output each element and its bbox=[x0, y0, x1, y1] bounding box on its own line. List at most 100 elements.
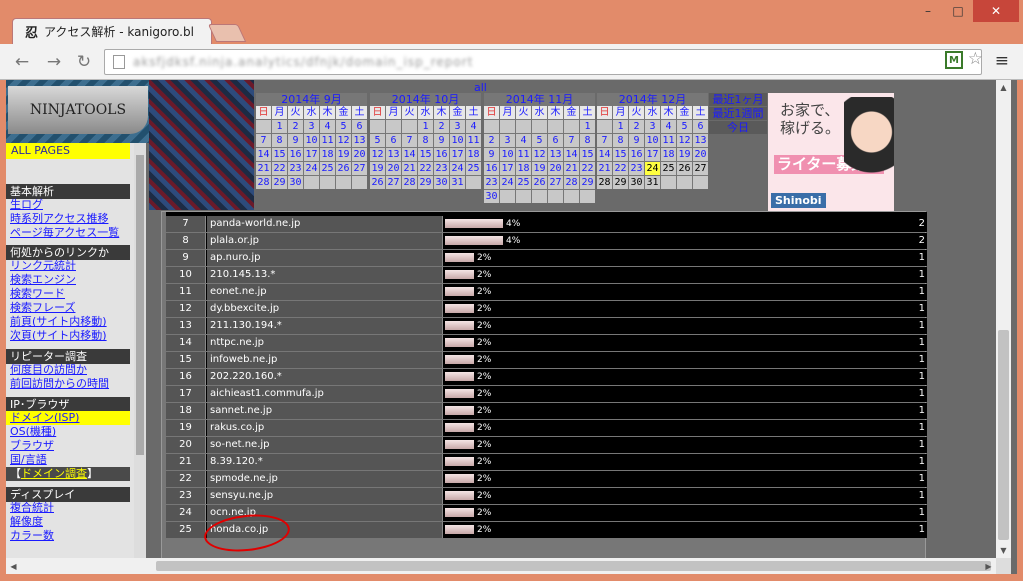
calendar-day[interactable]: 9 bbox=[629, 134, 644, 147]
all-pages-link[interactable]: ALL PAGES bbox=[6, 143, 130, 159]
calendar-day[interactable]: 26 bbox=[677, 162, 692, 175]
browser-tab[interactable]: 忍 アクセス解析 - kanigoro.bl bbox=[12, 18, 212, 44]
calendar-day[interactable]: 3 bbox=[450, 120, 465, 133]
extension-icon[interactable]: M bbox=[945, 51, 963, 69]
calendar-day[interactable]: 21 bbox=[402, 162, 417, 175]
calendar-day[interactable]: 16 bbox=[288, 148, 303, 161]
calendar-day[interactable]: 16 bbox=[629, 148, 644, 161]
sidebar-link[interactable]: 複合統計 bbox=[10, 501, 130, 515]
sidebar-link[interactable]: 検索フレーズ bbox=[10, 301, 130, 315]
calendar-day[interactable]: 23 bbox=[434, 162, 449, 175]
new-tab-button[interactable] bbox=[207, 24, 247, 42]
month-title[interactable]: 2014年 9月 bbox=[256, 93, 367, 106]
calendar-day[interactable]: 29 bbox=[580, 176, 595, 189]
menu-icon[interactable]: ≡ bbox=[995, 51, 1009, 71]
calendar-day[interactable]: 18 bbox=[661, 148, 676, 161]
calendar-day[interactable]: 15 bbox=[418, 148, 433, 161]
calendar-day[interactable]: 4 bbox=[661, 120, 676, 133]
calendar-day[interactable]: 27 bbox=[693, 162, 708, 175]
calendar-day[interactable]: 29 bbox=[418, 176, 433, 189]
calendar-day[interactable]: 19 bbox=[370, 162, 385, 175]
calendar-day[interactable]: 28 bbox=[256, 176, 271, 189]
sidebar-link[interactable]: 検索エンジン bbox=[10, 273, 130, 287]
calendar-day[interactable]: 30 bbox=[484, 190, 499, 203]
calendar-day[interactable]: 17 bbox=[450, 148, 465, 161]
calendar-day[interactable]: 11 bbox=[466, 134, 481, 147]
calendar-day[interactable]: 5 bbox=[677, 120, 692, 133]
calendar-day[interactable]: 15 bbox=[580, 148, 595, 161]
calendar-day[interactable]: 4 bbox=[466, 120, 481, 133]
calendar-day[interactable]: 8 bbox=[613, 134, 628, 147]
sidebar-link[interactable]: 前頁(サイト内移動) bbox=[10, 315, 130, 329]
calendar-day[interactable]: 23 bbox=[288, 162, 303, 175]
horizontal-scrollbar[interactable]: ◀ ▶ bbox=[6, 558, 996, 574]
back-icon[interactable]: ← bbox=[12, 52, 32, 72]
calendar-day[interactable]: 1 bbox=[418, 120, 433, 133]
calendar-day[interactable]: 24 bbox=[500, 176, 515, 189]
forward-icon[interactable]: → bbox=[44, 52, 64, 72]
calendar-day[interactable]: 25 bbox=[320, 162, 335, 175]
calendar-day[interactable]: 10 bbox=[500, 148, 515, 161]
calendar-day[interactable]: 17 bbox=[304, 148, 319, 161]
sidebar-link-domain-survey[interactable]: 【ドメイン調査】 bbox=[6, 467, 130, 481]
calendar-day[interactable]: 20 bbox=[352, 148, 367, 161]
calendar-day[interactable]: 6 bbox=[352, 120, 367, 133]
vertical-scroll-thumb[interactable] bbox=[998, 330, 1009, 540]
reload-icon[interactable]: ↻ bbox=[74, 52, 94, 72]
calendar-day[interactable]: 18 bbox=[320, 148, 335, 161]
calendar-day[interactable]: 9 bbox=[288, 134, 303, 147]
calendar-day[interactable]: 7 bbox=[597, 134, 612, 147]
calendar-day[interactable]: 14 bbox=[564, 148, 579, 161]
sidebar-link[interactable]: ブラウザ bbox=[10, 439, 130, 453]
calendar-day[interactable]: 28 bbox=[597, 176, 612, 189]
calendar-day[interactable]: 31 bbox=[645, 176, 660, 189]
sidebar-link[interactable]: 次頁(サイト内移動) bbox=[10, 329, 130, 343]
calendar-day[interactable]: 15 bbox=[613, 148, 628, 161]
calendar-day[interactable]: 11 bbox=[320, 134, 335, 147]
calendar-day[interactable]: 11 bbox=[661, 134, 676, 147]
calendar-day[interactable]: 17 bbox=[500, 162, 515, 175]
calendar-day[interactable]: 22 bbox=[418, 162, 433, 175]
calendar-day[interactable]: 10 bbox=[645, 134, 660, 147]
calendar-day[interactable]: 30 bbox=[629, 176, 644, 189]
calendar-day[interactable]: 5 bbox=[532, 134, 547, 147]
calendar-day[interactable]: 19 bbox=[336, 148, 351, 161]
calendar-day[interactable]: 19 bbox=[532, 162, 547, 175]
sidebar-link[interactable]: 何度目の訪問か bbox=[10, 363, 130, 377]
calendar-day[interactable]: 21 bbox=[597, 162, 612, 175]
calendar-day[interactable]: 1 bbox=[272, 120, 287, 133]
calendar-day[interactable]: 23 bbox=[484, 176, 499, 189]
calendar-day[interactable]: 3 bbox=[304, 120, 319, 133]
calendar-day[interactable]: 4 bbox=[516, 134, 531, 147]
calendar-day[interactable]: 9 bbox=[434, 134, 449, 147]
calendar-day[interactable]: 27 bbox=[386, 176, 401, 189]
recent-month-link[interactable]: 最近1ヶ月 bbox=[709, 93, 767, 106]
calendar-day[interactable]: 8 bbox=[580, 134, 595, 147]
calendar-day[interactable]: 10 bbox=[304, 134, 319, 147]
scroll-right-icon[interactable]: ▶ bbox=[981, 558, 996, 574]
calendar-day[interactable]: 25 bbox=[661, 162, 676, 175]
calendar-day[interactable]: 2 bbox=[629, 120, 644, 133]
calendar-day[interactable]: 21 bbox=[564, 162, 579, 175]
sidebar-link[interactable]: ページ毎アクセス一覧 bbox=[10, 226, 130, 240]
calendar-day[interactable]: 30 bbox=[288, 176, 303, 189]
sidebar-scrollbar[interactable] bbox=[134, 143, 146, 558]
calendar-day[interactable]: 24 bbox=[304, 162, 319, 175]
calendar-day[interactable]: 3 bbox=[500, 134, 515, 147]
calendar-day[interactable]: 12 bbox=[336, 134, 351, 147]
sidebar-link[interactable]: 検索ワード bbox=[10, 287, 130, 301]
calendar-day[interactable]: 26 bbox=[532, 176, 547, 189]
calendar-day[interactable]: 9 bbox=[484, 148, 499, 161]
address-bar[interactable]: aksfjdksf.ninja.analytics/dfnjk/domain_i… bbox=[104, 49, 982, 75]
scroll-left-icon[interactable]: ◀ bbox=[6, 558, 21, 574]
calendar-day[interactable]: 27 bbox=[548, 176, 563, 189]
calendar-day[interactable]: 10 bbox=[450, 134, 465, 147]
month-title[interactable]: 2014年 12月 bbox=[597, 93, 708, 106]
horizontal-scroll-thumb[interactable] bbox=[156, 561, 991, 571]
month-title[interactable]: 2014年 10月 bbox=[370, 93, 481, 106]
calendar-day[interactable]: 2 bbox=[484, 134, 499, 147]
calendar-day[interactable]: 19 bbox=[677, 148, 692, 161]
calendar-day[interactable]: 14 bbox=[597, 148, 612, 161]
calendar-day[interactable]: 26 bbox=[336, 162, 351, 175]
calendar-day[interactable]: 27 bbox=[352, 162, 367, 175]
